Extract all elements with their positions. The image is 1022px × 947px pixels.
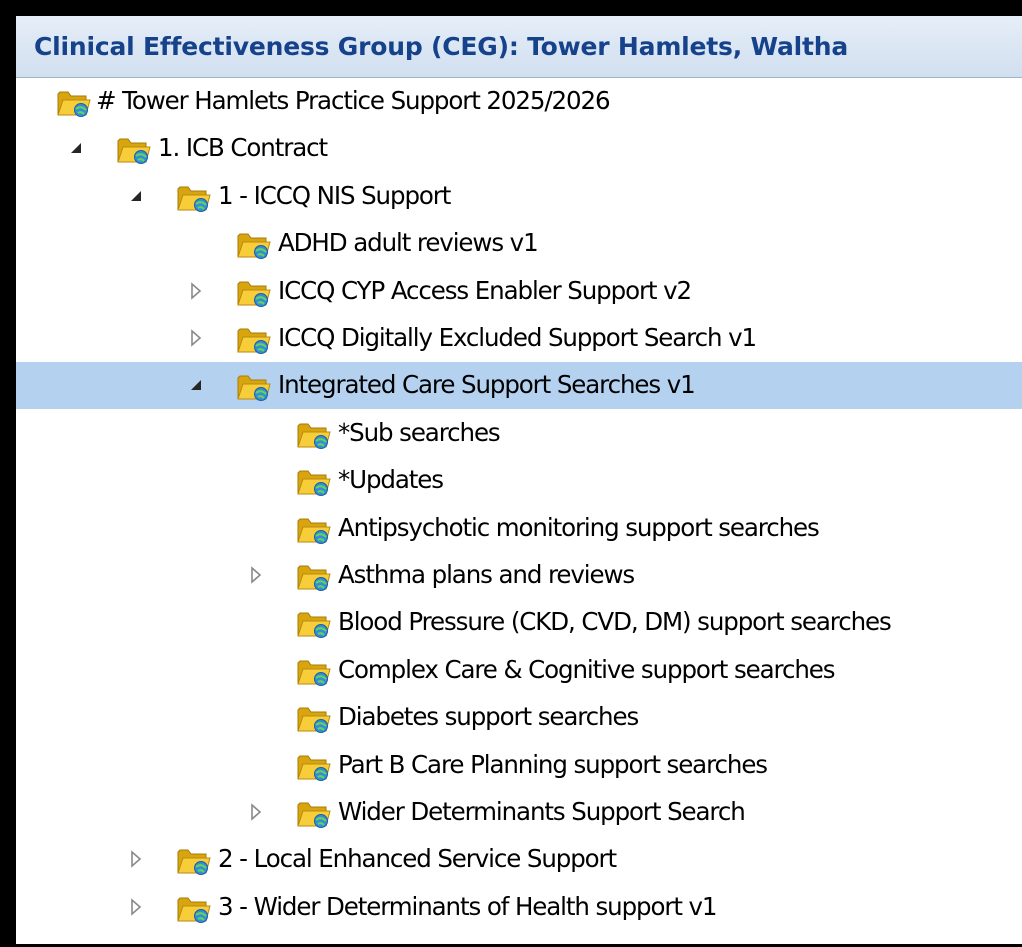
tree-node[interactable]: Complex Care & Cognitive support searche… — [16, 647, 1022, 694]
tree-node-label: 2 - Local Enhanced Service Support — [218, 844, 617, 873]
tree-node-label: Wider Determinants Support Search — [338, 797, 746, 826]
folder-icon — [236, 230, 272, 260]
expanded-arrow-icon[interactable] — [66, 138, 86, 158]
folder-icon — [296, 562, 332, 592]
tree-node-label: 1 - ICCQ NIS Support — [218, 181, 451, 210]
tree-node-label: Asthma plans and reviews — [338, 560, 635, 589]
tree-node-label: 3 - Wider Determinants of Health support… — [218, 892, 718, 921]
folder-icon — [176, 846, 212, 876]
tree-node[interactable]: Diabetes support searches — [16, 694, 1022, 741]
folder-icon — [296, 515, 332, 545]
tree-node[interactable]: 2 - Local Enhanced Service Support — [16, 836, 1022, 883]
folder-icon — [56, 88, 92, 118]
tree-node[interactable]: 1. ICB Contract — [16, 125, 1022, 172]
panel-header: Clinical Effectiveness Group (CEG): Towe… — [16, 16, 1022, 78]
folder-icon — [296, 799, 332, 829]
folder-icon — [176, 183, 212, 213]
folder-icon — [296, 704, 332, 734]
panel-title: Clinical Effectiveness Group (CEG): Towe… — [34, 32, 849, 61]
tree-node-label: Diabetes support searches — [338, 702, 639, 731]
folder-icon — [236, 325, 272, 355]
tree-node[interactable]: Integrated Care Support Searches v1 — [16, 362, 1022, 409]
folder-tree: # Tower Hamlets Practice Support 2025/20… — [16, 78, 1022, 944]
tree-node[interactable]: 3 - Wider Determinants of Health support… — [16, 884, 1022, 931]
tree-node-label: *Sub searches — [338, 418, 501, 447]
collapsed-arrow-icon[interactable] — [246, 802, 266, 822]
tree-node[interactable]: *Sub searches — [16, 410, 1022, 457]
tree-node-label: *Updates — [338, 465, 444, 494]
collapsed-arrow-icon[interactable] — [126, 897, 146, 917]
tree-node[interactable]: ICCQ CYP Access Enabler Support v2 — [16, 268, 1022, 315]
folder-icon — [236, 278, 272, 308]
collapsed-arrow-icon[interactable] — [126, 849, 146, 869]
window-frame: Clinical Effectiveness Group (CEG): Towe… — [16, 16, 1022, 944]
tree-node[interactable]: Asthma plans and reviews — [16, 552, 1022, 599]
tree-node-label: ADHD adult reviews v1 — [278, 228, 539, 257]
expanded-arrow-icon[interactable] — [126, 186, 146, 206]
tree-node[interactable]: Wider Determinants Support Search — [16, 789, 1022, 836]
tree-node[interactable]: # Tower Hamlets Practice Support 2025/20… — [16, 78, 1022, 125]
tree-node[interactable]: Part B Care Planning support searches — [16, 742, 1022, 789]
folder-icon — [296, 420, 332, 450]
tree-node-label: Integrated Care Support Searches v1 — [278, 370, 696, 399]
tree-node[interactable]: 1 - ICCQ NIS Support — [16, 173, 1022, 220]
tree-node[interactable]: *Updates — [16, 457, 1022, 504]
tree-node-label: ICCQ Digitally Excluded Support Search v… — [278, 323, 757, 352]
folder-icon — [176, 894, 212, 924]
tree-node-label: Blood Pressure (CKD, CVD, DM) support se… — [338, 607, 892, 636]
folder-icon — [296, 609, 332, 639]
folder-icon — [296, 657, 332, 687]
tree-node-label: Complex Care & Cognitive support searche… — [338, 655, 835, 684]
tree-node-label: Part B Care Planning support searches — [338, 750, 768, 779]
tree-node-label: Antipsychotic monitoring support searche… — [338, 513, 820, 542]
folder-icon — [236, 372, 272, 402]
collapsed-arrow-icon[interactable] — [246, 565, 266, 585]
tree-node[interactable]: ICCQ Digitally Excluded Support Search v… — [16, 315, 1022, 362]
tree-node[interactable]: Antipsychotic monitoring support searche… — [16, 505, 1022, 552]
folder-icon — [116, 135, 152, 165]
expanded-arrow-icon[interactable] — [186, 375, 206, 395]
tree-node-label: # Tower Hamlets Practice Support 2025/20… — [96, 86, 611, 115]
tree-node-label: ICCQ CYP Access Enabler Support v2 — [278, 276, 692, 305]
tree-node[interactable]: Blood Pressure (CKD, CVD, DM) support se… — [16, 599, 1022, 646]
tree-node-label: 1. ICB Contract — [158, 133, 328, 162]
tree-node[interactable]: ADHD adult reviews v1 — [16, 220, 1022, 267]
folder-icon — [296, 752, 332, 782]
collapsed-arrow-icon[interactable] — [186, 281, 206, 301]
folder-icon — [296, 467, 332, 497]
collapsed-arrow-icon[interactable] — [186, 328, 206, 348]
